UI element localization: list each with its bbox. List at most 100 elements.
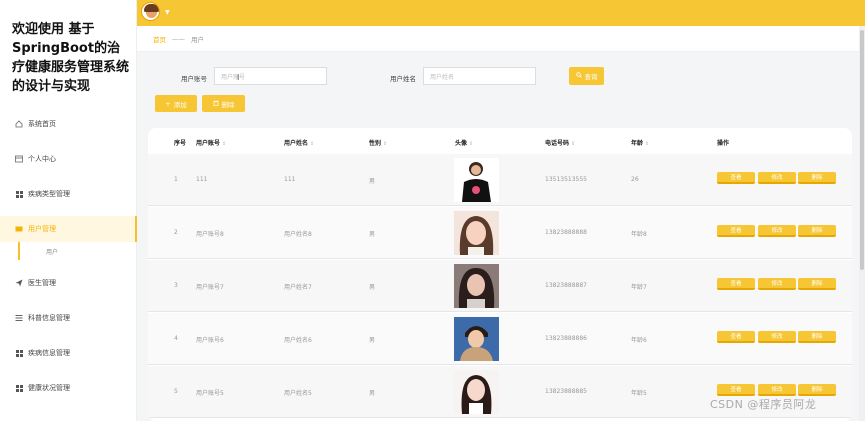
- sidebar-item-personal-center[interactable]: 个人中心: [0, 146, 137, 172]
- cell-phone: 13823888885: [545, 388, 587, 395]
- sidebar-item-user-management[interactable]: 用户管理: [0, 216, 137, 242]
- breadcrumb-current: 用户: [191, 35, 204, 44]
- delete-button-label: 删除: [221, 100, 235, 109]
- sidebar-item-health-status[interactable]: 健康状况管理: [0, 375, 137, 401]
- user-table: 序号 用户账号 ⇕ 用户姓名 ⇕ 性别 ⇕ 头像 ⇕ 电话号码 ⇕ 年龄 ⇕ 操作 1 111…: [148, 128, 852, 421]
- avatar-photo[interactable]: [454, 264, 499, 308]
- view-button[interactable]: 查看: [717, 278, 755, 290]
- name-search-input[interactable]: 用户姓名: [423, 67, 536, 85]
- search-icon: [575, 72, 582, 80]
- grid-icon: [15, 349, 23, 357]
- view-button[interactable]: 查看: [717, 331, 755, 343]
- search-button-label: 查询: [584, 73, 598, 81]
- cell-account: 用户账号5: [196, 390, 224, 397]
- grid-icon: [15, 190, 23, 198]
- sidebar-item-disease-info[interactable]: 疾病信息管理: [0, 340, 137, 366]
- th-age[interactable]: 年龄 ⇕: [631, 138, 649, 147]
- chevron-down-icon[interactable]: ▼: [165, 9, 170, 16]
- sidebar-item-science-info[interactable]: 科普信息管理: [0, 305, 137, 331]
- cell-account: 用户账号7: [196, 284, 224, 291]
- delete-button[interactable]: 删除: [798, 278, 836, 290]
- sidebar-item-doctor-management[interactable]: 医生管理: [0, 270, 137, 296]
- top-bar: ▼: [137, 0, 865, 26]
- th-gender[interactable]: 性别 ⇕: [369, 138, 387, 147]
- sidebar: 欢迎使用 基于SpringBoot的治疗健康服务管理系统的设计与实现 系统首页 …: [0, 0, 137, 421]
- cell-name: 用户姓名7: [284, 284, 312, 291]
- table-row: 4 用户账号6 用户姓名6 男 13823888886 年龄6 查看 修改 删除: [148, 313, 852, 365]
- cell-gender: 男: [369, 284, 376, 291]
- sidebar-item-home[interactable]: 系统首页: [0, 111, 137, 137]
- breadcrumb-separator: ——: [172, 34, 185, 43]
- scrollbar-thumb[interactable]: [860, 30, 864, 270]
- breadcrumb: 首页 —— 用户: [137, 26, 865, 52]
- cell-age: 年龄6: [631, 337, 647, 344]
- trash-icon: [213, 100, 219, 108]
- account-placeholder: 用户账号: [221, 73, 246, 81]
- search-button[interactable]: 查询: [569, 67, 604, 85]
- cell-account: 用户账号8: [196, 231, 224, 238]
- th-name[interactable]: 用户姓名 ⇕: [284, 138, 314, 147]
- avatar-photo[interactable]: [454, 370, 499, 414]
- avatar-photo[interactable]: [454, 317, 499, 361]
- delete-button[interactable]: 删除: [798, 225, 836, 237]
- user-card-icon: [15, 225, 23, 233]
- sidebar-item-label: 疾病信息管理: [28, 349, 70, 357]
- view-button[interactable]: 查看: [717, 225, 755, 237]
- cell-phone: 13513513555: [545, 176, 587, 183]
- edit-button[interactable]: 修改: [758, 172, 796, 184]
- table-row: 3 用户账号7 用户姓名7 男 13823888887 年龄7 查看 修改 删除: [148, 260, 852, 312]
- cell-no: 4: [174, 335, 178, 342]
- edit-button[interactable]: 修改: [758, 225, 796, 237]
- cell-no: 2: [174, 229, 178, 236]
- app-title: 欢迎使用 基于SpringBoot的治疗健康服务管理系统的设计与实现: [12, 22, 130, 94]
- table-row: 1 111 111 男 13513513555 26 查看 修改 删除: [148, 154, 852, 206]
- avatar-photo[interactable]: [454, 211, 499, 255]
- edit-button[interactable]: 修改: [758, 384, 796, 396]
- edit-button[interactable]: 修改: [758, 278, 796, 290]
- th-avatar[interactable]: 头像 ⇕: [455, 138, 473, 147]
- edit-button[interactable]: 修改: [758, 331, 796, 343]
- sidebar-item-label: 健康状况管理: [28, 384, 70, 392]
- cell-age: 年龄8: [631, 231, 647, 238]
- cell-no: 1: [174, 176, 178, 183]
- breadcrumb-home[interactable]: 首页: [153, 34, 166, 44]
- list-icon: [15, 314, 23, 322]
- account-label: 用户账号: [181, 75, 207, 83]
- home-icon: [15, 120, 23, 128]
- avatar-photo[interactable]: [454, 158, 499, 202]
- view-button[interactable]: 查看: [717, 172, 755, 184]
- cell-name: 用户姓名5: [284, 390, 312, 397]
- account-search-input[interactable]: 用户账号: [214, 67, 327, 85]
- add-button[interactable]: + 添加: [155, 95, 197, 112]
- th-account[interactable]: 用户账号 ⇕: [196, 138, 226, 147]
- batch-delete-button[interactable]: 删除: [202, 95, 245, 112]
- sidebar-item-label: 疾病类型管理: [28, 190, 70, 198]
- profile-icon: [15, 155, 23, 163]
- cell-gender: 男: [369, 178, 376, 185]
- delete-button[interactable]: 删除: [798, 384, 836, 396]
- app: 欢迎使用 基于SpringBoot的治疗健康服务管理系统的设计与实现 系统首页 …: [0, 0, 865, 421]
- th-phone[interactable]: 电话号码 ⇕: [545, 138, 575, 147]
- cell-account: 用户账号6: [196, 337, 224, 344]
- cell-name: 用户姓名8: [284, 231, 312, 238]
- add-button-label: 添加: [173, 100, 187, 109]
- send-icon: [15, 279, 23, 287]
- delete-button[interactable]: 删除: [798, 172, 836, 184]
- cell-age: 年龄5: [631, 390, 647, 397]
- watermark: CSDN @程序员阿龙: [710, 398, 817, 411]
- cell-no: 5: [174, 388, 178, 395]
- th-actions: 操作: [717, 140, 730, 147]
- grid-icon: [15, 384, 23, 392]
- view-button[interactable]: 查看: [717, 384, 755, 396]
- cell-age: 26: [631, 176, 639, 183]
- sidebar-item-label: 系统首页: [28, 120, 56, 128]
- cell-gender: 男: [369, 337, 376, 344]
- plus-icon: +: [165, 99, 171, 108]
- th-no: 序号: [174, 140, 187, 147]
- table-header: 序号 用户账号 ⇕ 用户姓名 ⇕ 性别 ⇕ 头像 ⇕ 电话号码 ⇕ 年龄 ⇕ 操作: [148, 128, 852, 154]
- cell-name: 111: [284, 176, 296, 183]
- user-avatar[interactable]: [141, 2, 160, 21]
- delete-button[interactable]: 删除: [798, 331, 836, 343]
- sidebar-subitem-user[interactable]: 用户: [18, 242, 137, 260]
- sidebar-item-disease-type[interactable]: 疾病类型管理: [0, 181, 137, 207]
